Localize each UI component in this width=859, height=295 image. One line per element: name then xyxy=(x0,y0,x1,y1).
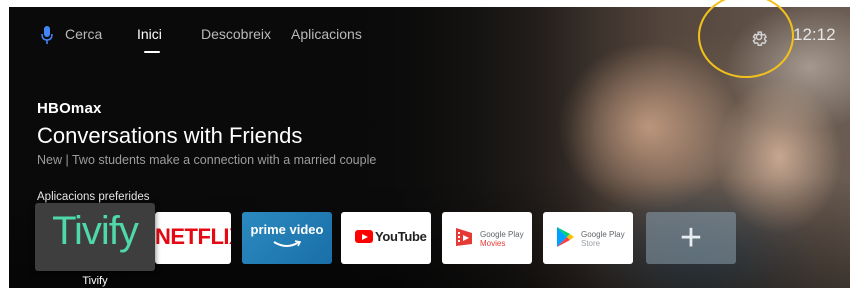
google-play-store-line2: Store xyxy=(581,239,601,248)
google-play-store-line1: Google Play xyxy=(581,230,625,239)
tivify-logo: Tivify xyxy=(52,209,139,253)
favorite-apps-label: Aplicacions preferides xyxy=(37,191,150,203)
hero-title[interactable]: Conversations with Friends xyxy=(37,123,302,149)
add-app-button[interactable]: + xyxy=(646,212,736,264)
clock: 12:12 xyxy=(793,25,836,44)
google-play-movies-icon xyxy=(456,228,472,246)
tab-descobreix[interactable]: Descobreix xyxy=(201,26,271,42)
app-tile-tivify[interactable]: Tivify xyxy=(35,203,155,271)
hero-subtitle: New | Two students make a connection wit… xyxy=(37,153,377,167)
active-tab-indicator xyxy=(144,51,160,53)
tab-inici[interactable]: Inici xyxy=(137,26,162,42)
prime-video-logo: prime video xyxy=(250,222,324,237)
app-tile-netflix[interactable]: NETFLIX xyxy=(155,212,231,264)
focused-app-caption: Tivify xyxy=(82,275,108,287)
screenshot-frame: Cerca Inici Descobreix Aplicacions 12:12… xyxy=(0,0,859,295)
tab-aplicacions[interactable]: Aplicacions xyxy=(291,26,362,42)
app-tile-google-play-movies[interactable]: Google Play Movies xyxy=(442,212,532,264)
hbo-max-logo: HBOmax xyxy=(37,100,102,117)
netflix-logo: NETFLIX xyxy=(155,224,231,249)
google-play-movies-line2: Movies xyxy=(480,239,506,248)
app-tile-youtube[interactable]: YouTube xyxy=(341,212,431,264)
search-button[interactable]: Cerca xyxy=(65,26,102,42)
app-tile-prime-video[interactable]: prime video xyxy=(242,212,332,264)
youtube-play-icon xyxy=(355,230,373,243)
prime-smile-icon xyxy=(273,240,302,247)
microphone-icon[interactable] xyxy=(41,26,53,44)
google-play-movies-line1: Google Play xyxy=(480,230,524,239)
google-play-store-icon xyxy=(557,227,574,247)
app-tile-google-play-store[interactable]: Google Play Store xyxy=(543,212,633,264)
youtube-logo-text: YouTube xyxy=(375,229,427,244)
plus-icon: + xyxy=(679,217,703,259)
